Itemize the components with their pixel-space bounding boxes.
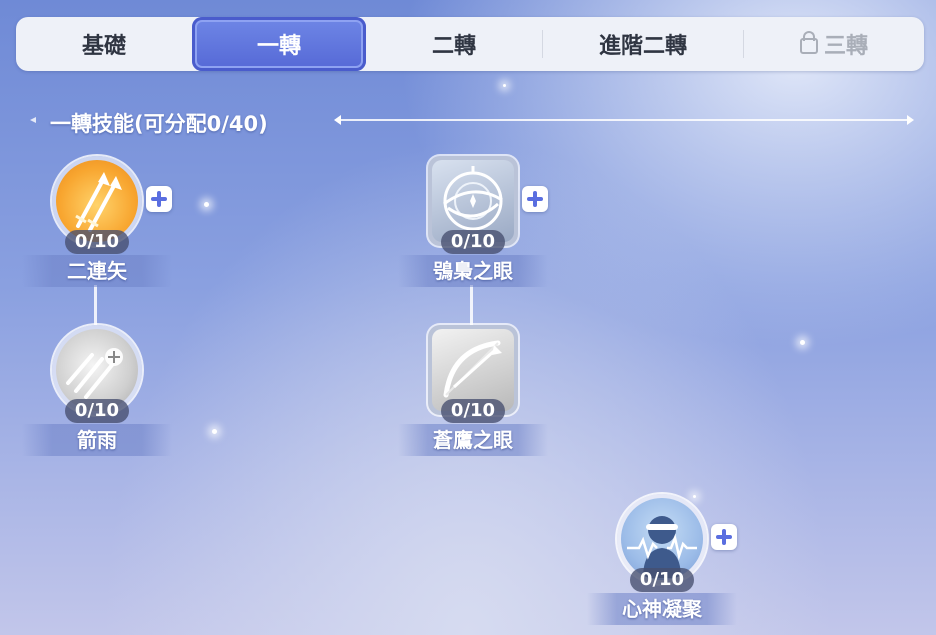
skill-arrow-rain[interactable]: 0/10 箭雨 xyxy=(22,325,172,465)
skill-name: 二連矢 xyxy=(22,255,172,287)
sparkle xyxy=(503,84,506,87)
section-arrow-left-icon xyxy=(30,117,36,123)
add-skill-point-button[interactable] xyxy=(711,524,737,550)
skill-focus[interactable]: 0/10 心神凝聚 xyxy=(587,494,737,634)
tab-basic-label: 基礎 xyxy=(81,34,126,59)
skill-level-badge: 0/10 xyxy=(52,230,142,254)
tab-second-job-label: 二轉 xyxy=(431,34,476,59)
tab-advanced-second-job[interactable]: 進階二轉 xyxy=(543,22,743,66)
skill-owl-eye[interactable]: 0/10 鴞梟之眼 xyxy=(398,156,548,296)
section-title: 一轉技能(可分配0/40) xyxy=(50,112,268,136)
job-tab-bar: 基礎 一轉 二轉 進階二轉 三轉 xyxy=(16,17,924,71)
section-divider-line xyxy=(334,115,914,125)
skill-level-badge: 0/10 xyxy=(428,230,518,254)
tab-third-job-label: 三轉 xyxy=(823,34,868,59)
sparkle xyxy=(800,340,805,345)
skill-name: 箭雨 xyxy=(22,424,172,456)
skill-double-arrow[interactable]: 0/10 二連矢 xyxy=(22,156,172,296)
skill-name: 心神凝聚 xyxy=(587,593,737,625)
sparkle xyxy=(204,202,209,207)
add-skill-point-button[interactable] xyxy=(522,186,548,212)
skill-name: 鴞梟之眼 xyxy=(398,255,548,287)
lock-icon xyxy=(799,31,818,54)
skill-name: 蒼鷹之眼 xyxy=(398,424,548,456)
tab-basic[interactable]: 基礎 xyxy=(16,22,192,66)
skill-level-badge: 0/10 xyxy=(617,568,707,592)
skill-level-badge: 0/10 xyxy=(428,399,518,423)
tab-advanced-second-job-label: 進階二轉 xyxy=(598,34,687,59)
tab-first-job[interactable]: 一轉 xyxy=(192,17,366,71)
tab-third-job[interactable]: 三轉 xyxy=(744,22,924,66)
skill-hawk-eye[interactable]: 0/10 蒼鷹之眼 xyxy=(398,325,548,465)
add-skill-point-button[interactable] xyxy=(146,186,172,212)
tab-first-job-label: 一轉 xyxy=(256,34,301,59)
sparkle xyxy=(212,429,217,434)
tab-second-job[interactable]: 二轉 xyxy=(366,22,542,66)
skill-level-badge: 0/10 xyxy=(52,399,142,423)
